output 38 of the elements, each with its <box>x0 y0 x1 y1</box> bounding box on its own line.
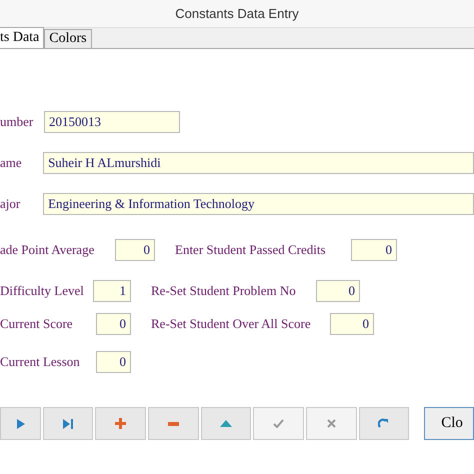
plus-icon <box>115 418 126 429</box>
input-field[interactable]: Suheir H ALmurshidi <box>43 152 474 174</box>
toolbar-button[interactable] <box>200 407 252 440</box>
window-title: Constants Data Entry <box>175 4 299 23</box>
field-label: Re-Set Student Over All Score <box>151 315 312 334</box>
toolbar-button[interactable] <box>358 407 410 440</box>
input-field[interactable]: 20150013 <box>44 111 180 133</box>
check-icon <box>273 419 284 428</box>
tab[interactable]: Colors <box>44 29 92 48</box>
minus-icon <box>168 422 179 426</box>
input-field[interactable]: Engineering & Information Technology <box>43 193 474 215</box>
field-label: Enter Student Passed Credits <box>175 241 327 260</box>
play-icon <box>16 418 25 428</box>
field-label: ame <box>0 154 23 172</box>
field-label: Re-Set Student Problem No <box>151 282 297 300</box>
skip-end-icon <box>62 418 74 428</box>
close-icon <box>326 419 336 428</box>
toolbar-button[interactable] <box>42 407 94 440</box>
toolbar-button[interactable] <box>0 407 41 440</box>
field-label: Current Lesson <box>0 353 81 372</box>
input-field[interactable]: 1 <box>93 280 131 302</box>
field-label: ajor <box>0 195 22 214</box>
field-label: Current Score <box>0 315 74 334</box>
input-field[interactable]: 0 <box>96 313 131 335</box>
input-field[interactable]: 0 <box>115 239 155 261</box>
input-field[interactable]: 0 <box>330 313 374 335</box>
input-field[interactable]: 0 <box>96 351 131 373</box>
field-label: ade Point Average <box>0 241 96 260</box>
toolbar-button[interactable] <box>95 407 146 440</box>
input-field[interactable]: 0 <box>316 280 360 302</box>
toolbar-button[interactable] <box>148 407 199 440</box>
tab[interactable]: ts Data <box>0 27 44 48</box>
close-button[interactable]: Clo <box>424 407 474 440</box>
redo-icon <box>378 418 390 429</box>
triangle-up-icon <box>220 420 232 427</box>
input-field[interactable]: 0 <box>351 239 397 261</box>
field-label: umber <box>0 113 34 132</box>
field-label: Difficulty Level <box>0 282 85 300</box>
